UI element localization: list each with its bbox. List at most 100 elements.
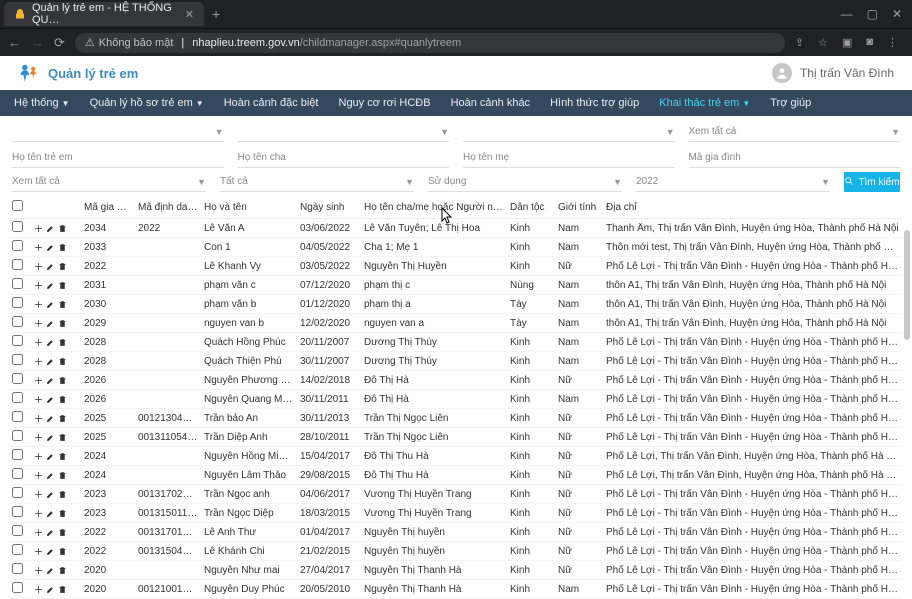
row-checkbox[interactable] [12, 240, 23, 251]
filters1-field-1[interactable]: ▼ [238, 122, 450, 142]
edit-icon[interactable] [46, 262, 55, 271]
add-icon[interactable] [34, 433, 43, 442]
add-icon[interactable] [34, 566, 43, 575]
browser-tab[interactable]: Quản lý trẻ em - HỆ THỐNG QU… ✕ [4, 2, 204, 26]
scrollbar-thumb[interactable] [904, 230, 910, 340]
window-close-icon[interactable]: ✕ [892, 7, 902, 21]
edit-icon[interactable] [46, 300, 55, 309]
delete-icon[interactable] [58, 281, 67, 290]
filters3-field-0[interactable]: Xem tất cả▼ [12, 172, 206, 192]
nav-item-3[interactable]: Nguy cơ rơi HCĐB [329, 90, 441, 116]
delete-icon[interactable] [58, 319, 67, 328]
edit-icon[interactable] [46, 490, 55, 499]
row-checkbox[interactable] [12, 373, 23, 384]
add-icon[interactable] [34, 585, 43, 594]
url-field[interactable]: ⚠ Không bảo mật | nhaplieu.treem.gov.vn/… [75, 33, 785, 53]
delete-icon[interactable] [58, 585, 67, 594]
filters3-field-2[interactable]: Sử dụng▼ [428, 172, 622, 192]
edit-icon[interactable] [46, 566, 55, 575]
row-checkbox[interactable] [12, 411, 23, 422]
filters2-field-0[interactable]: Họ tên trẻ em [12, 148, 224, 168]
row-checkbox[interactable] [12, 316, 23, 327]
delete-icon[interactable] [58, 547, 67, 556]
row-checkbox[interactable] [12, 392, 23, 403]
nav-item-7[interactable]: Trợ giúp [760, 90, 821, 116]
filters3-field-3[interactable]: 2022▼ [636, 172, 830, 192]
tab-close-icon[interactable]: ✕ [185, 8, 194, 21]
row-checkbox[interactable] [12, 449, 23, 460]
select-all-checkbox[interactable] [12, 200, 23, 211]
add-icon[interactable] [34, 300, 43, 309]
edit-icon[interactable] [46, 224, 55, 233]
edit-icon[interactable] [46, 395, 55, 404]
filters2-field-2[interactable]: Họ tên mẹ [463, 148, 675, 168]
row-checkbox[interactable] [12, 544, 23, 555]
add-icon[interactable] [34, 281, 43, 290]
delete-icon[interactable] [58, 262, 67, 271]
add-icon[interactable] [34, 395, 43, 404]
delete-icon[interactable] [58, 490, 67, 499]
nav-item-6[interactable]: Khai thác trẻ em▼ [649, 90, 760, 116]
row-checkbox[interactable] [12, 335, 23, 346]
edit-icon[interactable] [46, 376, 55, 385]
edit-icon[interactable] [46, 414, 55, 423]
add-icon[interactable] [34, 319, 43, 328]
row-checkbox[interactable] [12, 563, 23, 574]
add-icon[interactable] [34, 338, 43, 347]
add-icon[interactable] [34, 490, 43, 499]
edit-icon[interactable] [46, 243, 55, 252]
add-icon[interactable] [34, 528, 43, 537]
delete-icon[interactable] [58, 243, 67, 252]
new-tab-button[interactable]: + [204, 6, 228, 22]
edit-icon[interactable] [46, 547, 55, 556]
menu-icon[interactable]: ⋮ [887, 36, 898, 49]
row-checkbox[interactable] [12, 259, 23, 270]
add-icon[interactable] [34, 452, 43, 461]
filters3-field-1[interactable]: Tất cả▼ [220, 172, 414, 192]
window-min-icon[interactable]: — [841, 7, 853, 21]
row-checkbox[interactable] [12, 430, 23, 441]
edit-icon[interactable] [46, 281, 55, 290]
row-checkbox[interactable] [12, 525, 23, 536]
edit-icon[interactable] [46, 509, 55, 518]
row-checkbox[interactable] [12, 582, 23, 593]
filters1-field-2[interactable]: ▼ [463, 122, 675, 142]
filters2-field-1[interactable]: Họ tên cha [238, 148, 450, 168]
add-icon[interactable] [34, 224, 43, 233]
bookmark-icon[interactable]: ☆ [818, 36, 828, 49]
window-max-icon[interactable]: ▢ [867, 7, 878, 21]
delete-icon[interactable] [58, 338, 67, 347]
delete-icon[interactable] [58, 224, 67, 233]
delete-icon[interactable] [58, 357, 67, 366]
nav-back-icon[interactable]: ← [8, 35, 21, 50]
add-icon[interactable] [34, 262, 43, 271]
delete-icon[interactable] [58, 300, 67, 309]
edit-icon[interactable] [46, 338, 55, 347]
add-icon[interactable] [34, 357, 43, 366]
nav-forward-icon[interactable]: → [31, 35, 44, 50]
delete-icon[interactable] [58, 433, 67, 442]
nav-item-0[interactable]: Hệ thống▼ [4, 90, 80, 116]
nav-item-4[interactable]: Hoàn cảnh khác [441, 90, 541, 116]
search-button[interactable]: Tìm kiếm [844, 172, 900, 192]
nav-item-5[interactable]: Hình thức trợ giúp [540, 90, 649, 116]
delete-icon[interactable] [58, 509, 67, 518]
row-checkbox[interactable] [12, 468, 23, 479]
add-icon[interactable] [34, 376, 43, 385]
delete-icon[interactable] [58, 376, 67, 385]
share-icon[interactable]: ⇪ [795, 36, 804, 49]
add-icon[interactable] [34, 414, 43, 423]
delete-icon[interactable] [58, 566, 67, 575]
filters1-field-3[interactable]: Xem tất cả▼ [689, 122, 901, 142]
edit-icon[interactable] [46, 452, 55, 461]
row-checkbox[interactable] [12, 354, 23, 365]
edit-icon[interactable] [46, 357, 55, 366]
filters2-field-3[interactable]: Mã gia đình [689, 148, 901, 168]
row-checkbox[interactable] [12, 278, 23, 289]
filters1-field-0[interactable]: ▼ [12, 122, 224, 142]
edit-icon[interactable] [46, 471, 55, 480]
add-icon[interactable] [34, 509, 43, 518]
row-checkbox[interactable] [12, 506, 23, 517]
row-checkbox[interactable] [12, 487, 23, 498]
user-area[interactable]: Thị trấn Vân Đình [772, 63, 902, 83]
